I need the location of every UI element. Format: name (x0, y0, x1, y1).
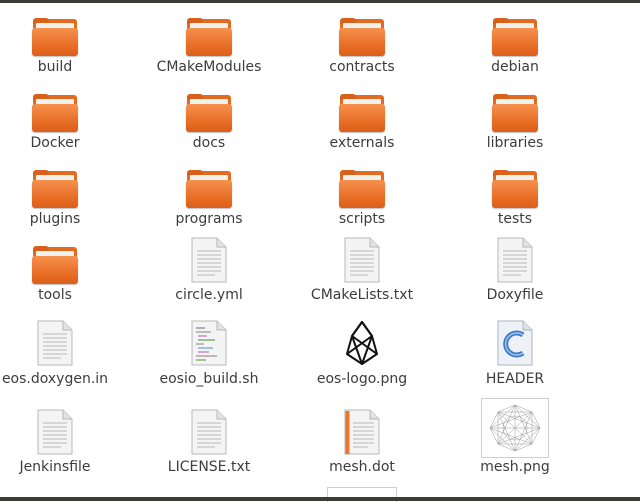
file-item-cmakelists[interactable]: CMakeLists.txt (292, 237, 432, 309)
mesh-image-thumbnail-icon (481, 398, 549, 458)
text-file-icon (191, 409, 227, 455)
file-icon-grid: build CMakeModules contracts debian Dock… (0, 0, 640, 502)
file-item-license-txt[interactable]: LICENSE.txt (139, 409, 279, 481)
file-label: Doxyfile (486, 287, 544, 303)
eos-logo-image-icon (346, 321, 378, 365)
file-item-tools[interactable]: tools (0, 242, 125, 314)
file-item-docker[interactable]: Docker (0, 90, 125, 162)
file-label: libraries (486, 135, 544, 151)
file-label: build (37, 59, 73, 75)
folder-icon (492, 94, 538, 132)
file-item-eosio-build-sh[interactable]: eosio_build.sh (139, 320, 279, 392)
folder-icon (339, 94, 385, 132)
file-label: eos.doxygen.in (1, 371, 109, 387)
folder-icon (32, 246, 78, 284)
folder-icon (492, 18, 538, 56)
file-label: Jenkinsfile (19, 459, 91, 475)
file-item-mesh-png[interactable]: mesh.png (445, 398, 585, 475)
shell-script-icon (191, 320, 227, 366)
file-label: CMakeLists.txt (310, 287, 414, 303)
file-label: Docker (30, 135, 80, 151)
text-file-icon (37, 320, 73, 366)
file-item-externals[interactable]: externals (292, 90, 432, 162)
file-item-cmakemodules[interactable]: CMakeModules (139, 14, 279, 86)
file-label: circle.yml (175, 287, 243, 303)
file-label: tools (38, 287, 72, 303)
file-item-contracts[interactable]: contracts (292, 14, 432, 86)
file-item-plugins[interactable]: plugins (0, 166, 125, 238)
file-label: eos-logo.png (316, 371, 408, 387)
folder-icon (186, 18, 232, 56)
file-item-eos-doxygen-in[interactable]: eos.doxygen.in (0, 320, 125, 392)
file-item-libraries[interactable]: libraries (445, 90, 585, 162)
file-label: mesh.png (480, 459, 550, 475)
folder-icon (339, 170, 385, 208)
text-file-icon (37, 409, 73, 455)
file-label: tests (497, 211, 533, 227)
file-label: LICENSE.txt (167, 459, 251, 475)
file-label: debian (491, 59, 539, 75)
folder-icon (32, 18, 78, 56)
file-label: contracts (329, 59, 395, 75)
folder-icon (492, 170, 538, 208)
dot-file-icon (344, 409, 380, 455)
file-label: eosio_build.sh (159, 371, 259, 387)
file-label: plugins (29, 211, 81, 227)
file-label: programs (175, 211, 243, 227)
file-item-debian[interactable]: debian (445, 14, 585, 86)
text-file-icon (344, 237, 380, 283)
text-file-icon (191, 237, 227, 283)
file-item-header[interactable]: HEADER (445, 320, 585, 392)
file-item-build[interactable]: build (0, 14, 125, 86)
file-label: externals (329, 135, 395, 151)
file-item-scripts[interactable]: scripts (292, 166, 432, 238)
file-item-circle-yml[interactable]: circle.yml (139, 237, 279, 309)
folder-icon (186, 170, 232, 208)
file-item-jenkinsfile[interactable]: Jenkinsfile (0, 409, 125, 481)
file-item-eos-logo-png[interactable]: eos-logo.png (292, 320, 432, 392)
folder-icon (32, 170, 78, 208)
file-item-tests[interactable]: tests (445, 166, 585, 238)
file-label: mesh.dot (329, 459, 395, 475)
file-item-docs[interactable]: docs (139, 90, 279, 162)
file-item-programs[interactable]: programs (139, 166, 279, 238)
c-source-file-icon (497, 320, 533, 366)
file-item-mesh-dot[interactable]: mesh.dot (292, 409, 432, 481)
file-label: scripts (338, 211, 386, 227)
file-label: HEADER (485, 371, 545, 387)
folder-icon (339, 18, 385, 56)
folder-icon (186, 94, 232, 132)
window-bottom-edge (0, 497, 640, 501)
file-item-doxyfile[interactable]: Doxyfile (445, 237, 585, 309)
file-label: docs (192, 135, 226, 151)
folder-icon (32, 94, 78, 132)
file-label: CMakeModules (156, 59, 262, 75)
text-file-icon (497, 237, 533, 283)
